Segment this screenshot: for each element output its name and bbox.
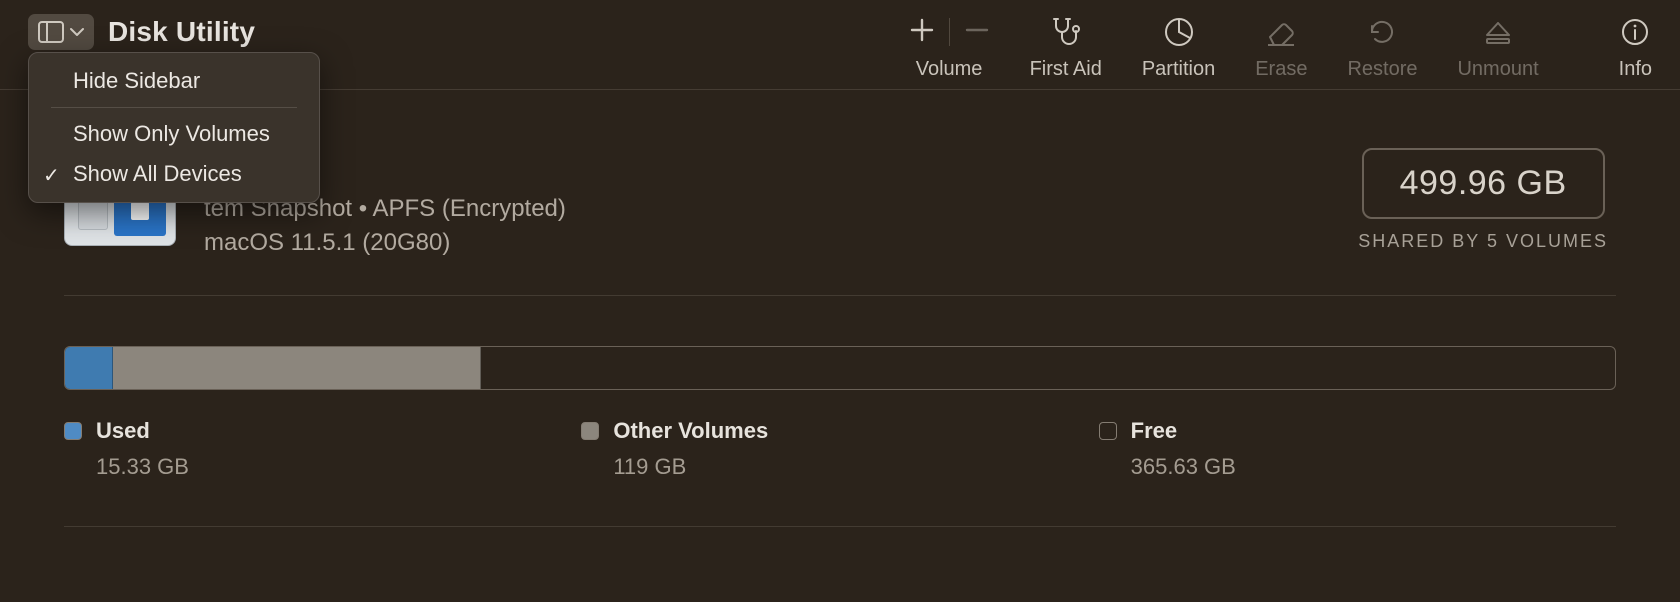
usage-bar xyxy=(64,346,1616,390)
app-title: Disk Utility xyxy=(108,16,255,48)
info-icon xyxy=(1620,12,1650,52)
menu-show-only-volumes[interactable]: Show Only Volumes xyxy=(29,114,319,154)
eject-icon xyxy=(1483,12,1513,52)
chevron-down-icon xyxy=(70,27,84,37)
sidebar-toggle-button[interactable] xyxy=(28,14,94,50)
unmount-label: Unmount xyxy=(1457,58,1538,81)
volume-label: Volume xyxy=(916,58,983,81)
restore-button: Restore xyxy=(1347,12,1417,81)
stethoscope-icon xyxy=(1049,12,1083,52)
legend-other: Other Volumes 119 GB xyxy=(581,418,1098,480)
partition-icon xyxy=(1163,12,1195,52)
erase-label: Erase xyxy=(1255,58,1307,81)
info-label: Info xyxy=(1619,58,1652,81)
plus-icon[interactable] xyxy=(909,17,935,48)
usage-segment-used xyxy=(65,347,113,389)
sidebar-icon xyxy=(38,21,64,43)
legend-other-value: 119 GB xyxy=(581,454,1098,480)
legend-free-label: Free xyxy=(1131,418,1177,444)
first-aid-label: First Aid xyxy=(1030,58,1102,81)
sidebar-view-menu: Hide Sidebar Show Only Volumes ✓ Show Al… xyxy=(28,52,320,203)
volume-action-group: Volume xyxy=(909,12,990,81)
menu-hide-sidebar[interactable]: Hide Sidebar xyxy=(29,61,319,101)
minus-icon[interactable] xyxy=(964,17,990,48)
restore-icon xyxy=(1366,12,1398,52)
swatch-free xyxy=(1099,422,1117,440)
unmount-button: Unmount xyxy=(1457,12,1538,81)
menu-separator xyxy=(51,107,297,108)
legend-used-label: Used xyxy=(96,418,150,444)
usage-segment-other xyxy=(113,347,482,389)
divider xyxy=(64,526,1616,527)
divider xyxy=(64,295,1616,296)
legend-other-label: Other Volumes xyxy=(613,418,768,444)
info-button[interactable]: Info xyxy=(1619,12,1652,81)
volume-os-version: macOS 11.5.1 (20G80) xyxy=(204,229,566,257)
partition-label: Partition xyxy=(1142,58,1215,81)
capacity-panel: 499.96 GB SHARED BY 5 VOLUMES xyxy=(1358,148,1608,252)
swatch-other xyxy=(581,422,599,440)
erase-icon xyxy=(1264,12,1298,52)
legend-used: Used 15.33 GB xyxy=(64,418,581,480)
legend-free-value: 365.63 GB xyxy=(1099,454,1616,480)
capacity-shared-by: SHARED BY 5 VOLUMES xyxy=(1358,231,1608,252)
menu-show-all-devices-label: Show All Devices xyxy=(73,161,242,186)
toolbar-left: Disk Utility xyxy=(28,8,255,50)
legend-used-value: 15.33 GB xyxy=(64,454,581,480)
usage-segment-free xyxy=(481,347,1615,389)
menu-show-all-devices[interactable]: ✓ Show All Devices xyxy=(29,154,319,194)
legend-free: Free 365.63 GB xyxy=(1099,418,1616,480)
partition-button[interactable]: Partition xyxy=(1142,12,1215,81)
first-aid-button[interactable]: First Aid xyxy=(1030,12,1102,81)
capacity-total: 499.96 GB xyxy=(1362,148,1605,219)
usage-legend: Used 15.33 GB Other Volumes 119 GB Free … xyxy=(64,418,1616,480)
swatch-used xyxy=(64,422,82,440)
toolbar-actions: Volume First Aid Partition xyxy=(909,8,1652,81)
restore-label: Restore xyxy=(1347,58,1417,81)
checkmark-icon: ✓ xyxy=(43,162,60,190)
erase-button: Erase xyxy=(1255,12,1307,81)
divider xyxy=(949,18,950,46)
